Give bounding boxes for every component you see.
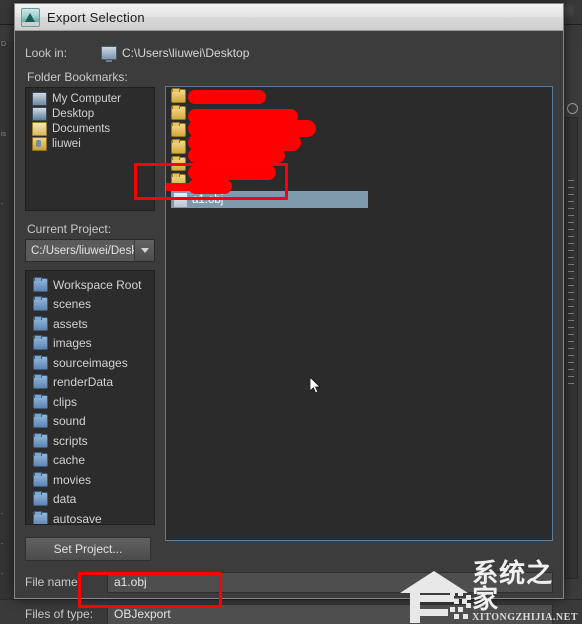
project-folder-item[interactable]: autosave — [30, 509, 154, 525]
project-folder-item[interactable]: sound — [30, 412, 154, 432]
project-folder-item[interactable]: cache — [30, 451, 154, 471]
bookmark-item-documents[interactable]: Documents — [29, 121, 154, 136]
project-folder-label: renderData — [53, 375, 114, 390]
folder-icon — [171, 87, 186, 103]
folder-icon — [33, 510, 48, 524]
maya-app-icon — [21, 7, 40, 27]
project-folder-label: images — [53, 336, 92, 351]
bookmark-item-liuwei[interactable]: liuwei — [29, 136, 154, 151]
background-left-label: D — [1, 41, 7, 48]
folder-icon — [33, 315, 48, 331]
project-folder-label: assets — [53, 316, 88, 331]
lookin-row: Look in: C:\Users\liuwei\Desktop — [25, 39, 553, 67]
computer-icon — [32, 91, 47, 106]
background-ruler — [568, 180, 574, 405]
bookmark-label: Desktop — [52, 107, 95, 120]
background-left-strip: D is - - - - — [0, 41, 15, 624]
project-folder-label: sound — [53, 414, 86, 429]
project-folder-item[interactable]: scenes — [30, 295, 154, 315]
left-column: Folder Bookmarks: My Computer Desktop Do… — [25, 67, 155, 561]
project-folder-item[interactable]: scripts — [30, 431, 154, 451]
bookmark-label: liuwei — [52, 137, 81, 150]
dialog-title: Export Selection — [47, 9, 145, 25]
project-folder-item[interactable]: clips — [30, 392, 154, 412]
bookmark-item-desktop[interactable]: Desktop — [29, 106, 154, 121]
project-folder-label: clips — [53, 394, 78, 409]
background-left-label: - — [1, 541, 4, 548]
folder-icon — [33, 276, 48, 292]
folder-icon — [33, 296, 48, 312]
export-selection-dialog: Export Selection Look in: C:\Users\liuwe… — [14, 3, 564, 624]
folder-icon — [171, 138, 186, 154]
folder-icon — [33, 452, 48, 468]
dialog-columns: Folder Bookmarks: My Computer Desktop Do… — [25, 67, 553, 561]
lookin-path-text: C:\Users\liuwei\Desktop — [122, 46, 250, 60]
file-browser-panel[interactable]: a1.obj — [165, 86, 553, 541]
folder-icon — [33, 413, 48, 429]
project-folder-item[interactable]: data — [30, 490, 154, 510]
annotation-box-selected-file — [134, 163, 288, 200]
background-left-label: - — [1, 201, 4, 208]
project-folder-label: sourceimages — [53, 355, 128, 370]
project-folder-item[interactable]: movies — [30, 470, 154, 490]
chevron-down-icon[interactable] — [134, 240, 154, 261]
bookmark-item-my-computer[interactable]: My Computer — [29, 91, 154, 106]
folder-icon — [171, 104, 186, 120]
current-project-combo[interactable]: C:/Users/liuwei/Desk — [25, 239, 155, 262]
right-column: a1.obj — [165, 67, 553, 561]
project-folders-list[interactable]: Workspace Root scenes assets images sourceim… — [25, 270, 155, 525]
background-left-label: - — [1, 571, 4, 578]
project-folder-item[interactable]: images — [30, 334, 154, 354]
file-type-label: Files of type: — [25, 607, 94, 621]
project-folder-item[interactable]: assets — [30, 314, 154, 334]
background-left-label: - — [1, 511, 4, 518]
folder-icon — [33, 374, 48, 390]
redaction-blob — [188, 90, 266, 104]
user-folder-icon — [32, 136, 47, 151]
current-project-value: C:/Users/liuwei/Desk — [26, 240, 134, 261]
folder-icon — [33, 335, 48, 351]
project-folder-label: scripts — [53, 433, 88, 448]
folder-icon — [171, 121, 186, 137]
lookin-label: Look in: — [25, 46, 68, 60]
folder-icon — [33, 432, 48, 448]
project-folder-item[interactable]: Workspace Root — [30, 275, 154, 295]
set-project-button[interactable]: Set Project... — [25, 537, 151, 561]
screen: D is - - - - Export Selection Look in: C… — [0, 0, 582, 624]
project-folder-item[interactable]: sourceimages — [30, 353, 154, 373]
current-project-label: Current Project: — [27, 222, 112, 236]
project-folder-label: data — [53, 492, 77, 507]
documents-folder-icon — [32, 121, 47, 136]
folder-icon — [33, 354, 48, 370]
lookin-path-field[interactable]: C:\Users\liuwei\Desktop — [97, 42, 553, 64]
bookmark-label: Documents — [52, 122, 111, 135]
project-folder-label: Workspace Root — [53, 277, 142, 292]
background-circle-icon — [567, 103, 578, 114]
folder-icon — [33, 393, 48, 409]
background-left-label: is — [1, 131, 7, 138]
project-folder-label: cache — [53, 453, 86, 468]
redaction-blob — [188, 148, 285, 163]
project-folder-label: scenes — [53, 297, 92, 312]
project-folder-label: movies — [53, 472, 92, 487]
dialog-titlebar[interactable]: Export Selection — [15, 4, 563, 31]
dialog-body: Look in: C:\Users\liuwei\Desktop Folder … — [15, 39, 563, 624]
project-folder-item[interactable]: renderData — [30, 373, 154, 393]
annotation-box-file-type — [78, 572, 222, 608]
folder-icon — [33, 491, 48, 507]
bookmarks-label: Folder Bookmarks: — [27, 70, 128, 84]
monitor-icon — [101, 46, 117, 62]
bookmark-label: My Computer — [52, 92, 122, 105]
desktop-icon — [32, 106, 47, 121]
folder-icon — [33, 471, 48, 487]
project-folder-label: autosave — [53, 511, 102, 525]
